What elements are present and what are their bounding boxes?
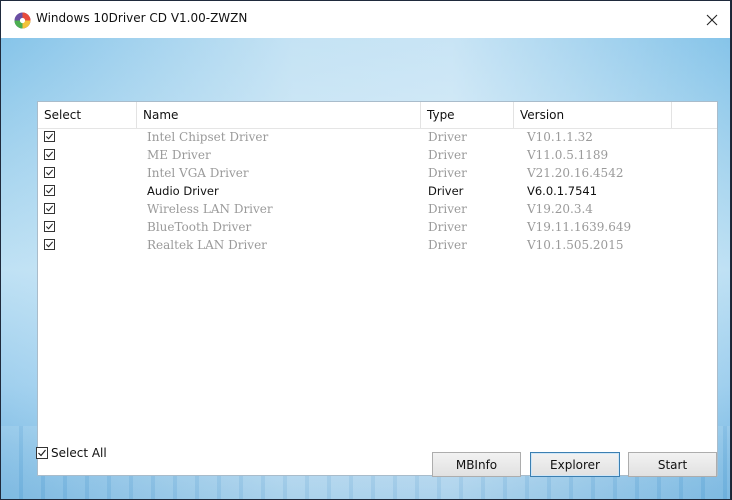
row-checkbox[interactable]	[44, 167, 55, 178]
driver-type: Driver	[428, 130, 467, 144]
driver-type: Driver	[428, 202, 467, 216]
title-bar[interactable]: Windows 10Driver CD V1.00-ZWZN	[1, 1, 730, 38]
list-item[interactable]: Audio Driver Driver V6.0.1.7541	[38, 182, 717, 200]
driver-name: BlueTooth Driver	[147, 220, 252, 234]
list-item[interactable]: Intel Chipset Driver Driver V10.1.1.32	[38, 128, 717, 146]
list-item[interactable]: ME Driver Driver V11.0.5.1189	[38, 146, 717, 164]
row-checkbox[interactable]	[44, 185, 55, 196]
driver-name: Realtek LAN Driver	[147, 238, 267, 252]
driver-name: Audio Driver	[147, 184, 219, 198]
driver-type: Driver	[428, 220, 467, 234]
driver-name: Intel VGA Driver	[147, 166, 249, 180]
row-checkbox[interactable]	[44, 239, 55, 250]
list-header: Select Name Type Version	[38, 102, 717, 129]
close-icon	[706, 14, 718, 25]
driver-version: V21.20.16.4542	[527, 166, 624, 180]
driver-type: Driver	[428, 166, 467, 180]
driver-type: Driver	[428, 148, 467, 162]
list-item[interactable]: Intel VGA Driver Driver V21.20.16.4542	[38, 164, 717, 182]
app-logo-icon	[14, 12, 31, 29]
driver-version: V11.0.5.1189	[527, 148, 609, 162]
driver-type: Driver	[428, 184, 464, 198]
driver-name: ME Driver	[147, 148, 211, 162]
column-header-version[interactable]: Version	[514, 102, 672, 128]
driver-type: Driver	[428, 238, 467, 252]
row-checkbox[interactable]	[44, 149, 55, 160]
client-area: Select Name Type Version Intel Chipset D…	[1, 38, 730, 499]
driver-cd-window: Windows 10Driver CD V1.00-ZWZN Select Na…	[0, 0, 731, 500]
driver-version: V6.0.1.7541	[527, 184, 598, 198]
driver-list[interactable]: Select Name Type Version Intel Chipset D…	[37, 101, 718, 476]
window-title: Windows 10Driver CD V1.00-ZWZN	[36, 11, 248, 25]
start-button[interactable]: Start	[628, 452, 717, 477]
list-item[interactable]: Realtek LAN Driver Driver V10.1.505.2015	[38, 236, 717, 254]
column-header-type[interactable]: Type	[421, 102, 514, 128]
driver-version: V10.1.505.2015	[527, 238, 624, 252]
close-button[interactable]	[694, 1, 730, 38]
driver-name: Intel Chipset Driver	[147, 130, 269, 144]
driver-name: Wireless LAN Driver	[147, 202, 273, 216]
list-item[interactable]: BlueTooth Driver Driver V19.11.1639.649	[38, 218, 717, 236]
row-checkbox[interactable]	[44, 221, 55, 232]
column-header-name[interactable]: Name	[137, 102, 421, 128]
select-all-label: Select All	[51, 446, 107, 460]
driver-version: V10.1.1.32	[527, 130, 593, 144]
explorer-button[interactable]: Explorer	[530, 452, 620, 477]
driver-version: V19.11.1639.649	[527, 220, 632, 234]
driver-version: V19.20.3.4	[527, 202, 593, 216]
list-item[interactable]: Wireless LAN Driver Driver V19.20.3.4	[38, 200, 717, 218]
row-checkbox[interactable]	[44, 203, 55, 214]
mbinfo-button[interactable]: MBInfo	[432, 452, 521, 477]
select-all-checkbox[interactable]: Select All	[36, 444, 107, 462]
select-all-check-icon[interactable]	[36, 447, 48, 459]
column-header-select[interactable]: Select	[38, 102, 137, 128]
row-checkbox[interactable]	[44, 131, 55, 142]
